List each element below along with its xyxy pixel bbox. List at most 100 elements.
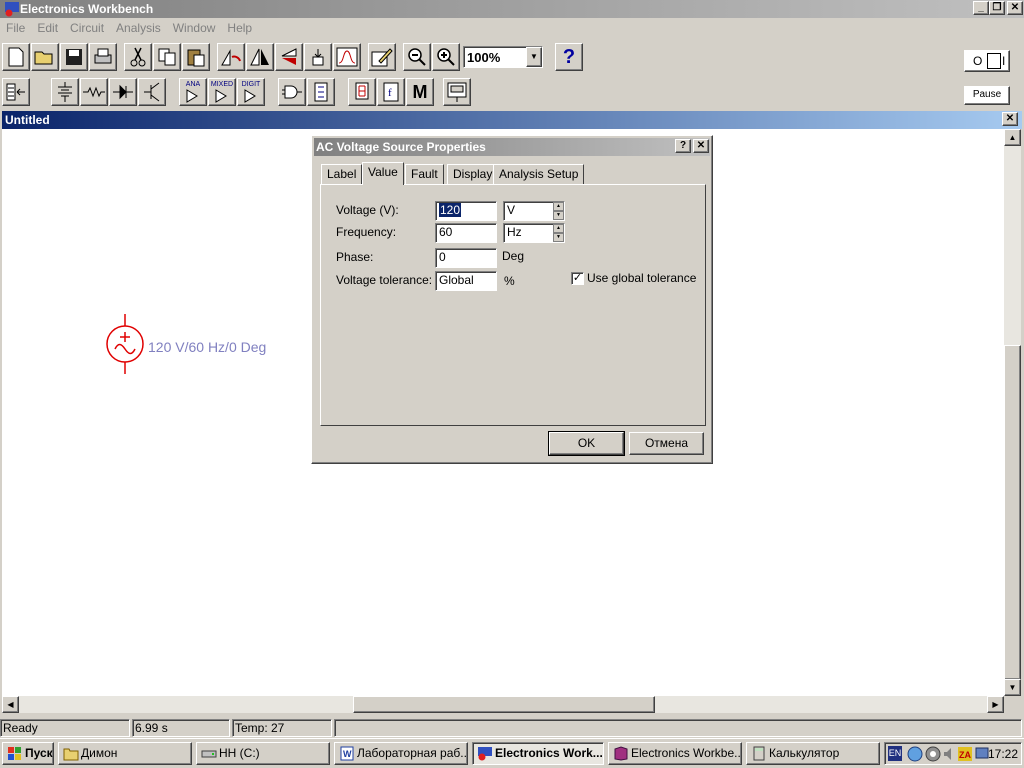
sources-bin-button[interactable] xyxy=(51,78,79,106)
task-electronics-workbench-active[interactable]: Electronics Work... xyxy=(472,742,604,765)
minimize-button[interactable]: _ xyxy=(973,1,989,15)
flip-horizontal-button[interactable] xyxy=(246,43,274,71)
new-file-button[interactable] xyxy=(2,43,30,71)
tab-display[interactable]: Display xyxy=(447,164,499,184)
digital-ics-bin-button[interactable]: DIGIT xyxy=(237,78,265,106)
network-icon[interactable] xyxy=(907,746,923,762)
horizontal-scrollbar[interactable]: ◀ ▶ xyxy=(2,696,1004,713)
start-button[interactable]: Пуск xyxy=(2,742,54,765)
windows-logo-icon xyxy=(8,747,21,760)
scroll-down-arrow-icon[interactable]: ▼ xyxy=(1004,679,1021,696)
tab-analysis-setup[interactable]: Analysis Setup xyxy=(493,164,585,184)
voltage-unit-spinner[interactable]: V ▲ ▼ xyxy=(503,201,565,221)
logic-gates-bin-button[interactable] xyxy=(278,78,306,106)
task-drive-c[interactable]: HH (C:) xyxy=(196,742,330,765)
open-button[interactable] xyxy=(31,43,59,71)
favorites-bin-button[interactable] xyxy=(2,78,30,106)
flip-vertical-button[interactable] xyxy=(275,43,303,71)
menu-circuit[interactable]: Circuit xyxy=(64,21,110,35)
mixed-ics-bin-button[interactable]: MIXED xyxy=(208,78,236,106)
tab-label[interactable]: Label xyxy=(321,164,363,184)
menu-edit[interactable]: Edit xyxy=(31,21,64,35)
chevron-down-icon[interactable]: ▼ xyxy=(526,47,542,67)
cancel-button[interactable]: Отмена xyxy=(629,432,704,455)
instruments-bin-button[interactable] xyxy=(443,78,471,106)
spin-up-icon[interactable]: ▲ xyxy=(553,202,564,211)
status-state: Ready xyxy=(0,719,130,737)
digital-bin-button[interactable] xyxy=(307,78,335,106)
scroll-right-arrow-icon[interactable]: ▶ xyxy=(987,696,1004,713)
svg-text:f: f xyxy=(388,87,392,99)
frequency-value: 60 xyxy=(439,225,453,239)
rotate-button[interactable] xyxy=(217,43,245,71)
analog-ics-bin-button[interactable]: ANA xyxy=(179,78,207,106)
zoom-in-button[interactable] xyxy=(432,43,460,71)
task-electronics-workbench-help[interactable]: Electronics Workbe... xyxy=(608,742,742,765)
basic-bin-button[interactable] xyxy=(80,78,108,106)
language-indicator[interactable]: EN xyxy=(888,746,902,761)
zoom-out-button[interactable] xyxy=(403,43,431,71)
vertical-scroll-thumb[interactable] xyxy=(1004,345,1021,680)
clock[interactable]: 17:22 xyxy=(988,747,1018,761)
menu-analysis[interactable]: Analysis xyxy=(110,21,167,35)
document-close-button[interactable]: ✕ xyxy=(1002,112,1018,126)
power-switch[interactable]: O I xyxy=(964,50,1010,72)
subcircuit-icon xyxy=(312,49,324,66)
subcircuit-button[interactable] xyxy=(304,43,332,71)
misc-m-icon: M xyxy=(412,81,428,102)
menu-window[interactable]: Window xyxy=(167,21,222,35)
use-global-tolerance-checkbox[interactable]: ✓ xyxy=(571,272,584,285)
ac-voltage-source-icon[interactable] xyxy=(100,312,146,378)
workbench-logo-icon xyxy=(478,747,492,761)
cut-button[interactable] xyxy=(124,43,152,71)
voltage-input[interactable]: 120 xyxy=(435,201,497,221)
dialog-close-button[interactable]: ✕ xyxy=(693,139,709,153)
spin-down-icon[interactable]: ▼ xyxy=(553,233,564,242)
phase-input[interactable]: 0 xyxy=(435,248,497,268)
diodes-bin-button[interactable] xyxy=(109,78,137,106)
indicators-bin-button[interactable] xyxy=(348,78,376,106)
save-button[interactable] xyxy=(60,43,88,71)
printer-icon xyxy=(94,48,112,64)
volume-icon[interactable] xyxy=(943,746,955,762)
zonealarm-icon[interactable]: ZA xyxy=(957,746,973,762)
scroll-up-arrow-icon[interactable]: ▲ xyxy=(1004,129,1021,146)
task-word-document[interactable]: W Лабораторная раб... xyxy=(334,742,468,765)
horizontal-scroll-thumb[interactable] xyxy=(353,696,655,713)
ok-button[interactable]: OK xyxy=(548,431,625,456)
ac-voltage-source-properties-dialog: AC Voltage Source Properties ? ✕ Label V… xyxy=(311,135,713,464)
copy-button[interactable] xyxy=(153,43,181,71)
transistors-bin-button[interactable] xyxy=(138,78,166,106)
task-dimon[interactable]: Димон xyxy=(58,742,192,765)
spin-up-icon[interactable]: ▲ xyxy=(553,224,564,233)
dialog-help-button[interactable]: ? xyxy=(675,139,691,153)
task-calculator[interactable]: Калькулятор xyxy=(746,742,880,765)
close-button[interactable]: ✕ xyxy=(1007,1,1023,15)
tab-fault[interactable]: Fault xyxy=(405,164,444,184)
voltage-label: Voltage (V): xyxy=(336,203,399,217)
tolerance-input[interactable]: Global xyxy=(435,271,497,291)
graph-button[interactable] xyxy=(333,43,361,71)
antivirus-icon[interactable] xyxy=(925,746,941,762)
controls-bin-button[interactable]: f xyxy=(377,78,405,106)
miscellaneous-bin-button[interactable]: M xyxy=(406,78,434,106)
tab-value[interactable]: Value xyxy=(362,162,404,185)
help-button[interactable]: ? xyxy=(555,43,583,71)
scroll-left-arrow-icon[interactable]: ◀ xyxy=(2,696,19,713)
zoom-select[interactable]: 100% ▼ xyxy=(463,46,543,68)
monitor-icon[interactable] xyxy=(975,746,989,762)
frequency-input[interactable]: 60 xyxy=(435,223,497,243)
component-properties-button[interactable] xyxy=(368,43,396,71)
menu-file[interactable]: File xyxy=(0,21,31,35)
vertical-scrollbar[interactable]: ▲ ▼ xyxy=(1004,129,1021,696)
spin-down-icon[interactable]: ▼ xyxy=(553,211,564,220)
paste-button[interactable] xyxy=(182,43,210,71)
print-button[interactable] xyxy=(89,43,117,71)
flip-vertical-icon xyxy=(281,48,297,65)
graph-icon xyxy=(336,47,358,67)
copy-icon xyxy=(158,48,176,66)
menu-help[interactable]: Help xyxy=(221,21,258,35)
frequency-unit-spinner[interactable]: Hz ▲ ▼ xyxy=(503,223,565,243)
start-label: Пуск xyxy=(25,746,53,760)
restore-button[interactable]: ❐ xyxy=(989,1,1005,15)
